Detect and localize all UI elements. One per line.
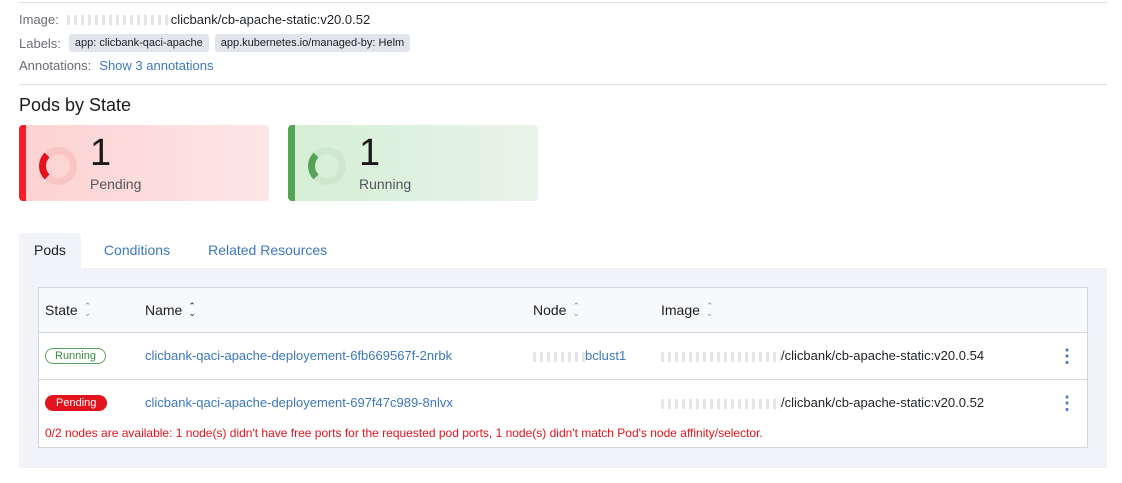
running-donut-icon: [308, 147, 346, 185]
table-row: Pending clicbank-qaci-apache-deployement…: [39, 380, 1087, 447]
image-label: Image:: [19, 12, 59, 27]
annotations-row: Annotations: Show 3 annotations: [19, 58, 213, 73]
pending-label: Pending: [90, 176, 142, 192]
image-cell: /clicbank/cb-apache-static:v20.0.52: [661, 395, 984, 410]
redacted-registry: [661, 351, 781, 362]
sort-icon: ⌃ ⌄: [705, 301, 714, 318]
image-row: Image: clicbank/cb-apache-static:v20.0.5…: [19, 12, 370, 27]
tab-bar: Pods Conditions Related Resources: [19, 233, 342, 268]
scheduling-error-message: 0/2 nodes are available: 1 node(s) didn'…: [45, 426, 763, 440]
pending-count: 1: [90, 132, 112, 174]
header-node[interactable]: Node ⌃ ⌄: [533, 301, 581, 319]
status-badge: Pending: [45, 395, 108, 411]
node-cell[interactable]: bclust1: [533, 348, 626, 363]
tab-related-resources[interactable]: Related Resources: [189, 233, 342, 268]
sort-icon: ⌃ ⌄: [83, 301, 92, 318]
header-state[interactable]: State ⌃ ⌄: [45, 301, 92, 319]
image-cell: /clicbank/cb-apache-static:v20.0.54: [661, 348, 984, 363]
running-label: Running: [359, 176, 412, 192]
labels-row: Labels: app: clicbank-qaci-apache app.ku…: [19, 34, 416, 52]
table-header: State ⌃ ⌄ Name ⌃ ⌄ Node ⌃ ⌄ Image ⌃ ⌄: [39, 288, 1087, 333]
pods-by-state-title: Pods by State: [19, 95, 132, 115]
annotations-label: Annotations:: [19, 58, 92, 73]
row-actions-kebab-icon[interactable]: ⋮: [1058, 394, 1076, 412]
image-value: clicbank/cb-apache-static:v20.0.52: [170, 12, 371, 27]
pending-state-card[interactable]: 1 Pending: [19, 125, 269, 201]
image-text: /clicbank/cb-apache-static:v20.0.52: [781, 395, 985, 410]
label-tag-app: app: clicbank-qaci-apache: [68, 34, 209, 52]
running-state-card[interactable]: 1 Running: [288, 125, 538, 201]
tab-conditions[interactable]: Conditions: [81, 233, 189, 268]
pod-name-link[interactable]: clicbank-qaci-apache-deployement-697f47c…: [145, 395, 453, 410]
sort-icon: ⌃ ⌄: [188, 301, 196, 318]
node-link[interactable]: bclust1: [585, 348, 626, 363]
row-actions-kebab-icon[interactable]: ⋮: [1058, 347, 1076, 365]
tab-pods[interactable]: Pods: [19, 233, 81, 268]
pods-panel: State ⌃ ⌄ Name ⌃ ⌄ Node ⌃ ⌄ Image ⌃ ⌄ Runnin…: [19, 268, 1107, 468]
header-node-label: Node: [533, 302, 567, 318]
sort-icon: ⌃ ⌄: [572, 301, 581, 318]
pending-donut-icon: [39, 147, 77, 185]
status-badge: Running: [45, 348, 106, 364]
pods-table: State ⌃ ⌄ Name ⌃ ⌄ Node ⌃ ⌄ Image ⌃ ⌄ Runnin…: [38, 287, 1088, 448]
header-state-label: State: [45, 302, 78, 318]
image-text: /clicbank/cb-apache-static:v20.0.54: [781, 348, 985, 363]
section-divider: [19, 84, 1107, 85]
label-tag-managed-by: app.kubernetes.io/managed-by: Helm: [214, 34, 411, 52]
redacted-node-prefix: [533, 351, 585, 362]
header-image[interactable]: Image ⌃ ⌄: [661, 301, 714, 319]
header-name[interactable]: Name ⌃ ⌄: [145, 301, 196, 319]
running-count: 1: [359, 132, 381, 174]
labels-label: Labels:: [19, 35, 61, 51]
redacted-registry: [66, 14, 171, 25]
top-divider: [19, 2, 1107, 3]
show-annotations-link[interactable]: Show 3 annotations: [99, 58, 213, 73]
header-image-label: Image: [661, 302, 700, 318]
header-name-label: Name: [145, 302, 183, 318]
table-row: Running clicbank-qaci-apache-deployement…: [39, 333, 1087, 380]
redacted-registry: [661, 398, 781, 409]
pod-name-link[interactable]: clicbank-qaci-apache-deployement-6fb6695…: [145, 348, 452, 363]
